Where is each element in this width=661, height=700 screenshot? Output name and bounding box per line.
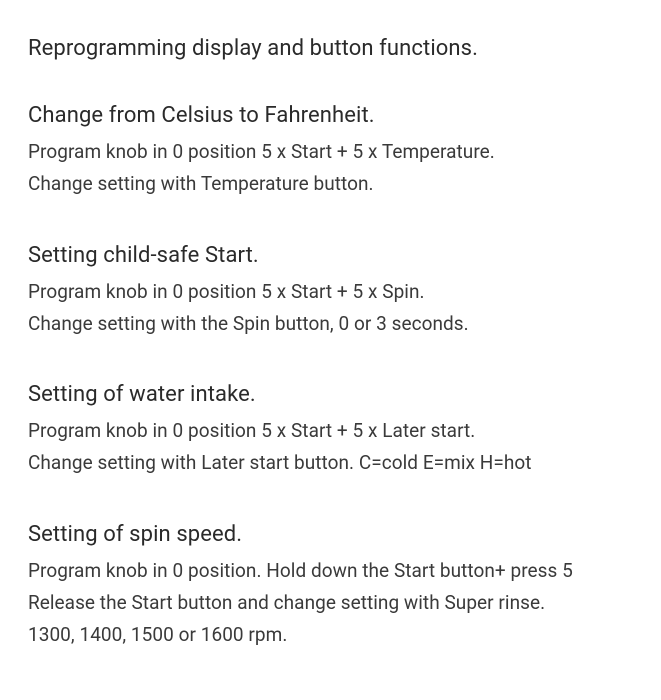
section-child-safe-start: Setting child-safe Start. Program knob i… [28, 243, 633, 341]
section-line: Change setting with Later start button. … [28, 447, 633, 479]
section-heading: Setting child-safe Start. [28, 243, 633, 268]
section-line: Program knob in 0 position. Hold down th… [28, 555, 633, 587]
section-heading: Setting of water intake. [28, 382, 633, 407]
section-celsius-fahrenheit: Change from Celsius to Fahrenheit. Progr… [28, 103, 633, 201]
section-heading: Setting of spin speed. [28, 522, 633, 547]
page-title: Reprogramming display and button functio… [28, 36, 633, 61]
section-line: Program knob in 0 position 5 x Start + 5… [28, 276, 633, 308]
section-spin-speed: Setting of spin speed. Program knob in 0… [28, 522, 633, 652]
section-line: Change setting with Temperature button. [28, 168, 633, 200]
section-line: Change setting with the Spin button, 0 o… [28, 308, 633, 340]
section-line: 1300, 1400, 1500 or 1600 rpm. [28, 619, 633, 651]
section-heading: Change from Celsius to Fahrenheit. [28, 103, 633, 128]
section-line: Program knob in 0 position 5 x Start + 5… [28, 136, 633, 168]
section-water-intake: Setting of water intake. Program knob in… [28, 382, 633, 480]
section-line: Release the Start button and change sett… [28, 587, 633, 619]
section-line: Program knob in 0 position 5 x Start + 5… [28, 415, 633, 447]
